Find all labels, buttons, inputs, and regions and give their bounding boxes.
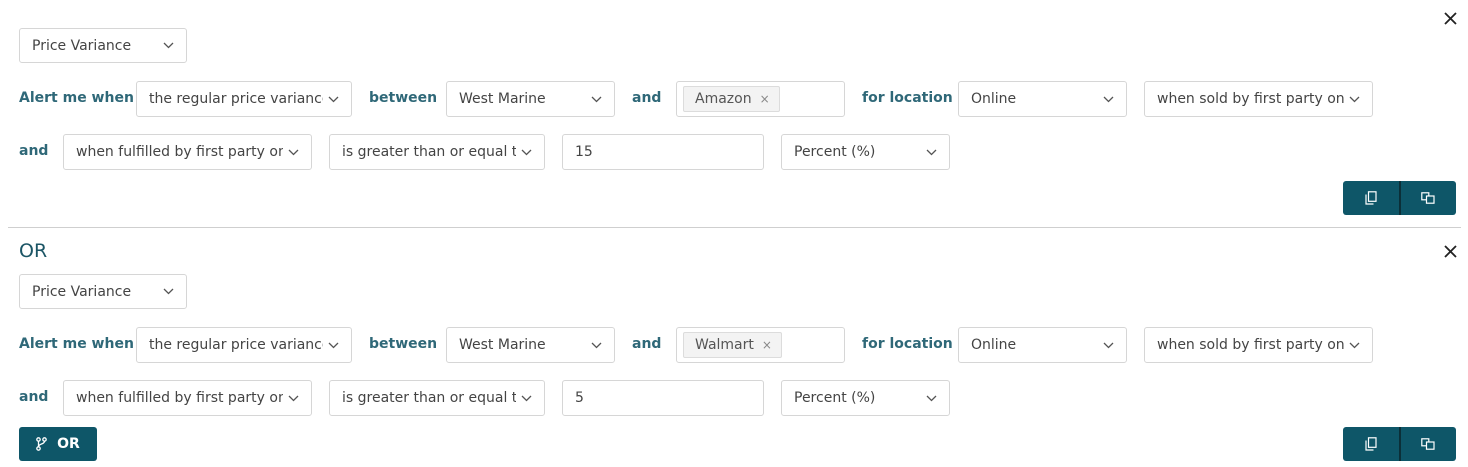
variance-type-select[interactable]: the regular price variance [136,81,352,117]
and-label: and [19,143,49,159]
unit-value: Percent (%) [794,390,876,406]
retailer-select[interactable]: West Marine [446,327,615,363]
chevron-down-icon [327,93,339,105]
threshold-input[interactable]: 5 [562,380,764,416]
seller-filter-select[interactable]: when sold by first party only [1144,81,1373,117]
competitor-chip: Walmart × [683,332,782,358]
chevron-down-icon [590,339,602,351]
alert-me-when-label: Alert me when [19,90,134,106]
operator-value: is greater than or equal to [342,390,516,406]
metric-select[interactable]: Price Variance [19,28,187,63]
variance-type-select[interactable]: the regular price variance [136,327,352,363]
seller-filter-value: when sold by first party only [1157,91,1344,107]
copy-icon [1365,191,1377,205]
duplicate-icon [1421,192,1435,204]
rule-divider [8,227,1461,228]
fulfillment-filter-value: when fulfilled by first party only [76,144,283,160]
location-select[interactable]: Online [958,81,1127,117]
seller-filter-select[interactable]: when sold by first party only [1144,327,1373,363]
seller-filter-value: when sold by first party only [1157,337,1344,353]
chevron-down-icon [1102,339,1114,351]
chevron-down-icon [590,93,602,105]
branch-icon [36,437,48,451]
chevron-down-icon [287,392,299,404]
fulfillment-filter-select[interactable]: when fulfilled by first party only [63,380,312,416]
close-rule-2-button[interactable] [1442,243,1458,259]
add-or-rule-button[interactable]: OR [19,427,97,461]
chevron-down-icon [327,339,339,351]
operator-select[interactable]: is greater than or equal to [329,380,545,416]
close-rule-1-button[interactable] [1442,10,1458,26]
retailer-select[interactable]: West Marine [446,81,615,117]
chip-remove-icon[interactable]: × [760,92,770,106]
chevron-down-icon [520,392,532,404]
unit-select[interactable]: Percent (%) [781,380,950,416]
chevron-down-icon [520,146,532,158]
for-location-label: for location [862,336,953,352]
duplicate-icon [1421,438,1435,450]
variance-type-value: the regular price variance [149,337,323,353]
competitor-chip-label: Amazon [695,91,752,107]
copy-rule-button[interactable] [1343,181,1399,215]
copy-rule-button[interactable] [1343,427,1399,461]
and-label: and [632,90,662,106]
location-select[interactable]: Online [958,327,1127,363]
chevron-down-icon [287,146,299,158]
operator-select[interactable]: is greater than or equal to [329,134,545,170]
alert-me-when-label: Alert me when [19,336,134,352]
unit-value: Percent (%) [794,144,876,160]
threshold-value: 5 [575,390,584,406]
or-heading: OR [19,240,48,262]
retailer-value: West Marine [459,91,546,107]
unit-select[interactable]: Percent (%) [781,134,950,170]
chip-remove-icon[interactable]: × [762,338,772,352]
metric-select-value: Price Variance [32,283,132,300]
rule-1-actions [1343,181,1456,215]
competitor-multiselect[interactable]: Amazon × [676,81,845,117]
close-icon [1443,244,1457,258]
competitor-chip-label: Walmart [695,337,754,353]
copy-icon [1365,437,1377,451]
variance-type-value: the regular price variance [149,91,323,107]
duplicate-rule-button[interactable] [1401,427,1457,461]
retailer-value: West Marine [459,337,546,353]
operator-value: is greater than or equal to [342,144,516,160]
for-location-label: for location [862,90,953,106]
fulfillment-filter-select[interactable]: when fulfilled by first party only [63,134,312,170]
and-label: and [632,336,662,352]
fulfillment-filter-value: when fulfilled by first party only [76,390,283,406]
location-value: Online [971,337,1017,353]
chevron-down-icon [162,40,174,52]
competitor-chip: Amazon × [683,86,780,112]
chevron-down-icon [925,392,937,404]
metric-select[interactable]: Price Variance [19,274,187,309]
competitor-multiselect[interactable]: Walmart × [676,327,845,363]
threshold-value: 15 [575,144,593,160]
threshold-input[interactable]: 15 [562,134,764,170]
chevron-down-icon [162,286,174,298]
location-value: Online [971,91,1017,107]
add-or-rule-label: OR [57,436,80,452]
rule-2-actions [1343,427,1456,461]
and-label: and [19,389,49,405]
between-label: between [369,336,438,352]
metric-select-value: Price Variance [32,37,132,54]
chevron-down-icon [1348,339,1360,351]
chevron-down-icon [1102,93,1114,105]
chevron-down-icon [1348,93,1360,105]
close-icon [1443,11,1457,25]
chevron-down-icon [925,146,937,158]
between-label: between [369,90,438,106]
duplicate-rule-button[interactable] [1401,181,1457,215]
